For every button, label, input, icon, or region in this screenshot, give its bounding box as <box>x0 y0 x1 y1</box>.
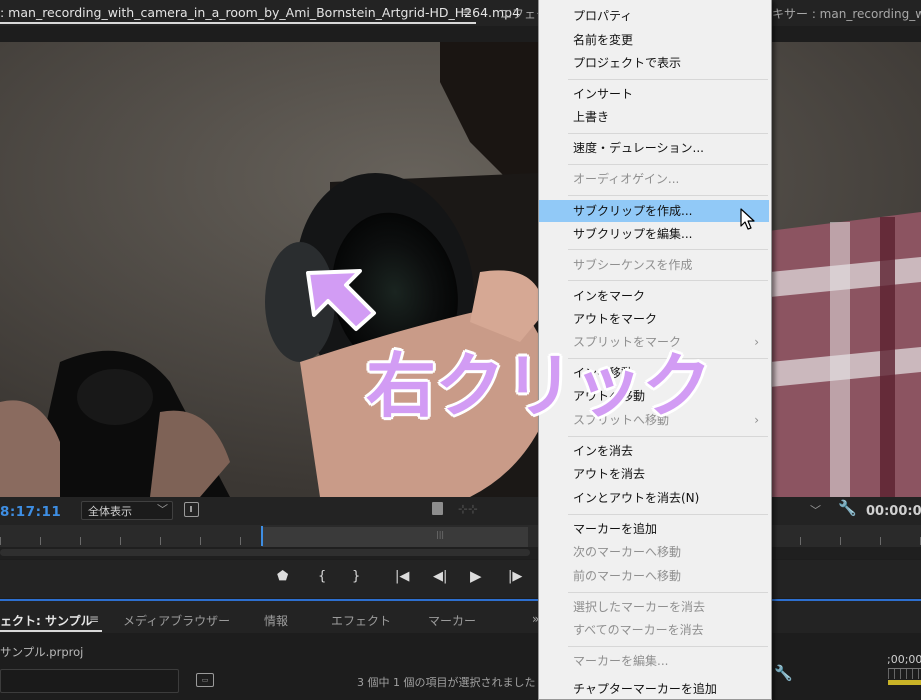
submenu-arrow-icon: › <box>754 413 759 427</box>
menu-separator <box>568 592 768 593</box>
menu-item-mark-out[interactable]: アウトをマーク <box>539 308 769 330</box>
right-click-annotation: 右クリック <box>366 345 712 427</box>
drag-audio-only-icon[interactable]: ⊹⊹ <box>458 502 478 516</box>
fit-icon[interactable] <box>184 502 199 517</box>
timeline-work-area-bar[interactable] <box>888 680 921 685</box>
menu-item-clear-in[interactable]: インを消去 <box>539 440 769 462</box>
search-bin-icon[interactable]: ▭ <box>196 673 214 687</box>
mark-out-icon[interactable]: } <box>352 569 360 584</box>
tab-menu-icon[interactable]: ≡ <box>89 612 99 626</box>
submenu-arrow-icon: › <box>754 335 759 349</box>
timeline-timecode: ;00;00 <box>887 653 921 666</box>
project-search-input[interactable] <box>0 669 179 693</box>
menu-item-make-subsequence[interactable]: サブシーケンスを作成 <box>539 254 769 276</box>
menu-item-edit-marker[interactable]: マーカーを編集... <box>539 650 769 672</box>
tab-effects[interactable]: エフェクト <box>331 612 391 629</box>
menu-item-insert[interactable]: インサート <box>539 83 769 105</box>
menu-item-properties[interactable]: プロパティ <box>539 5 769 27</box>
annotation-arrow-icon <box>306 269 376 331</box>
menu-item-make-subclip[interactable]: サブクリップを作成... <box>539 200 769 222</box>
tab-source-monitor[interactable]: : man_recording_with_camera_in_a_room_by… <box>0 5 520 20</box>
chevron-down-icon[interactable]: ﹀ <box>157 501 168 517</box>
wrench-icon[interactable]: 🔧 <box>774 664 793 682</box>
playhead[interactable] <box>261 526 263 546</box>
tab-project[interactable]: ェクト: サンプル <box>0 612 93 629</box>
menu-item-add-chapter-marker[interactable]: チャプターマーカーを追加 <box>539 678 769 700</box>
go-to-in-icon[interactable]: |◀ <box>395 569 409 584</box>
mark-in-icon[interactable]: { <box>318 569 326 584</box>
transport-controls <box>0 560 921 598</box>
chevron-down-icon[interactable]: ﹀ <box>810 502 821 518</box>
menu-item-mark-in[interactable]: インをマーク <box>539 285 769 307</box>
menu-item-clear-in-out[interactable]: インとアウトを消去(N) <box>539 487 769 509</box>
mouse-pointer-icon <box>740 208 755 230</box>
menu-item-rename[interactable]: 名前を変更 <box>539 29 769 51</box>
menu-separator <box>568 280 768 281</box>
menu-item-edit-subclip[interactable]: サブクリップを編集... <box>539 223 769 245</box>
tab-markers[interactable]: マーカー <box>428 612 476 629</box>
menu-separator <box>568 249 768 250</box>
menu-item-overwrite[interactable]: 上書き <box>539 106 769 128</box>
drag-video-only-icon[interactable] <box>432 502 443 515</box>
menu-separator <box>568 514 768 515</box>
wrench-icon[interactable]: 🔧 <box>838 499 857 517</box>
menu-separator <box>568 164 768 165</box>
scrollbar-thumb[interactable] <box>0 549 530 556</box>
zoom-level-value: 全体表示 <box>88 505 132 518</box>
menu-item-audio-gain[interactable]: オーディオゲイン... <box>539 168 769 190</box>
menu-separator <box>568 195 768 196</box>
playhead-timecode[interactable]: 8:17:11 <box>0 504 61 520</box>
selection-status: 3 個中 1 個の項目が選択されました <box>357 676 536 689</box>
menu-item-next-marker[interactable]: 次のマーカーへ移動 <box>539 541 769 563</box>
step-forward-icon[interactable]: |▶ <box>508 569 522 584</box>
tab-audio-mixer[interactable]: キサー : man_recording_with <box>772 5 921 22</box>
add-marker-icon[interactable]: ⬟ <box>277 569 288 584</box>
project-file-name: サンプル.prproj <box>0 645 84 659</box>
tab-info[interactable]: 情報 <box>264 612 288 629</box>
play-icon[interactable]: ▶ <box>470 567 482 585</box>
menu-separator <box>568 79 768 80</box>
menu-item-clear-out[interactable]: アウトを消去 <box>539 463 769 485</box>
step-back-icon[interactable]: ◀| <box>433 569 447 584</box>
menu-separator <box>568 436 768 437</box>
in-out-range[interactable] <box>262 527 528 547</box>
tab-menu-icon[interactable]: ≡ <box>462 5 472 19</box>
menu-item-speed-duration[interactable]: 速度・デュレーション... <box>539 137 769 159</box>
range-grip-icon[interactable]: ||| <box>436 530 444 539</box>
menu-separator <box>568 646 768 647</box>
active-tab-underline <box>0 22 476 24</box>
menu-item-previous-marker[interactable]: 前のマーカーへ移動 <box>539 565 769 587</box>
tab-media-browser[interactable]: メディアブラウザー <box>123 612 230 629</box>
menu-item-reveal-in-project[interactable]: プロジェクトで表示 <box>539 52 769 74</box>
menu-item-clear-selected-marker[interactable]: 選択したマーカーを消去 <box>539 596 769 618</box>
menu-separator <box>568 133 768 134</box>
menu-item-clear-all-markers[interactable]: すべてのマーカーを消去 <box>539 619 769 641</box>
timeline-ruler[interactable] <box>888 668 921 679</box>
duration-timecode: 00:00:07 <box>866 504 921 519</box>
active-tab-underline <box>0 630 102 632</box>
menu-item-add-marker[interactable]: マーカーを追加 <box>539 518 769 540</box>
